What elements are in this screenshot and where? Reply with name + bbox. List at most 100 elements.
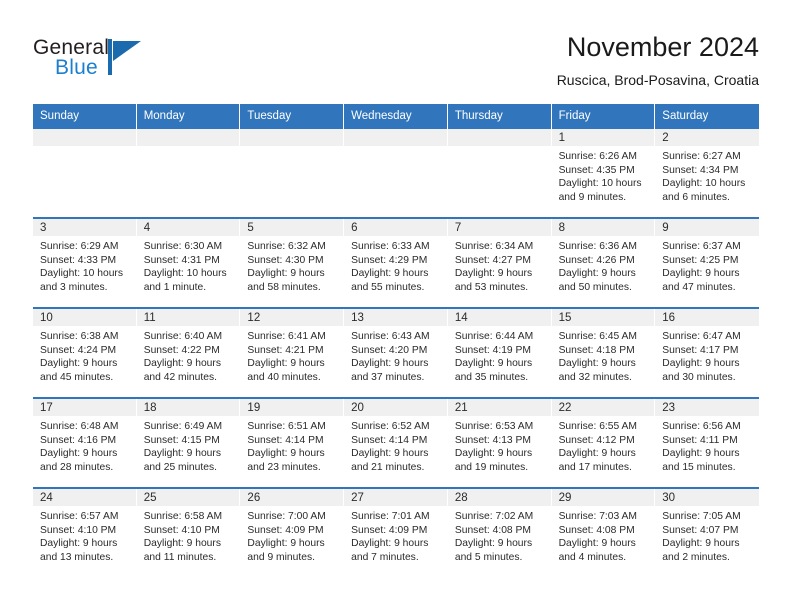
day-sun-info: Sunrise: 6:41 AM Sunset: 4:21 PM Daylight:…	[240, 326, 343, 384]
calendar-day-cell[interactable]: 1 Sunrise: 6:26 AM Sunset: 4:35 PM Daylight…	[551, 129, 656, 217]
calendar-day-cell[interactable]: 5 Sunrise: 6:32 AM Sunset: 4:30 PM Daylight…	[240, 219, 345, 307]
page-title: November 2024	[566, 32, 759, 62]
calendar-day-cell[interactable]: 20 Sunrise: 6:52 AM Sunset: 4:14 PM Dayligh…	[344, 399, 448, 487]
daylight-text: Daylight: 9 hours and 37 minutes.	[351, 358, 429, 383]
calendar-day-cell[interactable]: 27 Sunrise: 7:01 AM Sunset: 4:09 PM Dayligh…	[344, 489, 448, 577]
sunrise-text: Sunrise: 7:00 AM	[247, 511, 326, 522]
logo-triangle-icon	[108, 39, 142, 75]
sunset-text: Sunset: 4:14 PM	[247, 434, 324, 446]
day-sun-info: Sunrise: 6:51 AM Sunset: 4:14 PM Daylight:…	[240, 416, 343, 474]
calendar-week-row: 3 Sunrise: 6:29 AM Sunset: 4:33 PM Daylight…	[33, 217, 759, 307]
calendar-day-cell[interactable]: 3 Sunrise: 6:29 AM Sunset: 4:33 PM Daylight…	[33, 219, 137, 307]
daylight-text: Daylight: 10 hours and 1 minute.	[143, 268, 227, 293]
calendar-day-cell[interactable]: 6 Sunrise: 6:33 AM Sunset: 4:29 PM Daylight…	[344, 219, 448, 307]
calendar-day-cell-empty	[136, 129, 241, 217]
calendar-day-cell[interactable]: 13 Sunrise: 6:43 AM Sunset: 4:20 PM Dayligh…	[344, 309, 448, 397]
calendar-day-cell[interactable]: 30 Sunrise: 7:05 AM Sunset: 4:07 PM Dayligh…	[655, 489, 759, 577]
weekday-header-sunday: Sunday	[33, 104, 137, 129]
calendar-day-cell[interactable]: 24 Sunrise: 6:57 AM Sunset: 4:10 PM Dayligh…	[33, 489, 137, 577]
calendar-weeks: 1 Sunrise: 6:26 AM Sunset: 4:35 PM Daylight…	[33, 129, 759, 577]
day-number: 25	[136, 489, 240, 506]
daylight-text: Daylight: 9 hours and 19 minutes.	[454, 448, 533, 473]
daylight-text: Daylight: 9 hours and 35 minutes.	[454, 358, 533, 383]
sunrise-text: Sunrise: 7:01 AM	[351, 511, 430, 522]
daylight-text: Daylight: 9 hours and 2 minutes.	[662, 538, 740, 563]
sunrise-text: Sunrise: 6:30 AM	[143, 241, 223, 252]
sunset-text: Sunset: 4:22 PM	[143, 344, 220, 356]
day-number: 15	[551, 309, 655, 326]
daylight-text: Daylight: 9 hours and 13 minutes.	[40, 538, 118, 563]
sunset-text: Sunset: 4:30 PM	[247, 254, 324, 266]
day-sun-info: Sunrise: 6:26 AM Sunset: 4:35 PM Daylight:…	[552, 146, 655, 204]
calendar-day-cell[interactable]: 7 Sunrise: 6:34 AM Sunset: 4:27 PM Daylight…	[447, 219, 552, 307]
day-number: 9	[655, 219, 759, 236]
day-number: 4	[136, 219, 240, 236]
logo-bar-shape	[108, 39, 112, 75]
day-sun-info: Sunrise: 6:47 AM Sunset: 4:17 PM Daylight:…	[655, 326, 759, 384]
weekday-header-friday: Friday	[551, 104, 656, 129]
day-number	[447, 129, 551, 146]
day-sun-info: Sunrise: 7:05 AM Sunset: 4:07 PM Daylight:…	[655, 506, 759, 564]
calendar-week-row: 17 Sunrise: 6:48 AM Sunset: 4:16 PM Dayligh…	[33, 397, 759, 487]
calendar-day-cell[interactable]: 15 Sunrise: 6:45 AM Sunset: 4:18 PM Dayligh…	[551, 309, 656, 397]
calendar-day-cell[interactable]: 25 Sunrise: 6:58 AM Sunset: 4:10 PM Dayligh…	[136, 489, 241, 577]
logo-text-blue: Blue	[55, 56, 98, 79]
weekday-header-tuesday: Tuesday	[240, 104, 345, 129]
location-subtitle: Ruscica, Brod-Posavina, Croatia	[556, 72, 759, 88]
calendar-day-cell[interactable]: 22 Sunrise: 6:55 AM Sunset: 4:12 PM Dayligh…	[551, 399, 656, 487]
calendar-day-cell[interactable]: 10 Sunrise: 6:38 AM Sunset: 4:24 PM Dayligh…	[33, 309, 137, 397]
calendar-day-cell[interactable]: 9 Sunrise: 6:37 AM Sunset: 4:25 PM Daylight…	[655, 219, 759, 307]
day-number: 8	[551, 219, 655, 236]
day-number: 17	[33, 399, 136, 416]
calendar-page: General Blue November 2024 Ruscica, Brod…	[0, 0, 792, 612]
calendar-day-cell[interactable]: 18 Sunrise: 6:49 AM Sunset: 4:15 PM Dayligh…	[136, 399, 241, 487]
day-sun-info: Sunrise: 6:57 AM Sunset: 4:10 PM Daylight:…	[33, 506, 136, 564]
calendar-day-cell[interactable]: 2 Sunrise: 6:27 AM Sunset: 4:34 PM Daylight…	[655, 129, 759, 217]
daylight-text: Daylight: 9 hours and 50 minutes.	[558, 268, 636, 293]
day-number: 27	[344, 489, 447, 506]
sunset-text: Sunset: 4:18 PM	[558, 344, 635, 356]
calendar-day-cell[interactable]: 19 Sunrise: 6:51 AM Sunset: 4:14 PM Dayligh…	[240, 399, 345, 487]
sunrise-text: Sunrise: 6:47 AM	[662, 331, 741, 342]
sunset-text: Sunset: 4:11 PM	[662, 434, 738, 446]
sunrise-text: Sunrise: 6:41 AM	[247, 331, 326, 342]
sunset-text: Sunset: 4:08 PM	[454, 524, 531, 536]
general-blue-logo[interactable]: General Blue	[33, 36, 213, 84]
sunset-text: Sunset: 4:07 PM	[662, 524, 739, 536]
calendar-day-cell[interactable]: 8 Sunrise: 6:36 AM Sunset: 4:26 PM Daylight…	[551, 219, 656, 307]
calendar-day-cell[interactable]: 29 Sunrise: 7:03 AM Sunset: 4:08 PM Dayligh…	[551, 489, 656, 577]
calendar-week-row: 1 Sunrise: 6:26 AM Sunset: 4:35 PM Daylight…	[33, 129, 759, 217]
day-number: 28	[447, 489, 551, 506]
sunrise-text: Sunrise: 6:57 AM	[40, 511, 119, 522]
calendar-day-cell[interactable]: 14 Sunrise: 6:44 AM Sunset: 4:19 PM Dayligh…	[447, 309, 552, 397]
daylight-text: Daylight: 9 hours and 21 minutes.	[351, 448, 429, 473]
sunset-text: Sunset: 4:09 PM	[247, 524, 324, 536]
calendar-day-cell[interactable]: 21 Sunrise: 6:53 AM Sunset: 4:13 PM Dayligh…	[447, 399, 552, 487]
daylight-text: Daylight: 9 hours and 42 minutes.	[143, 358, 221, 383]
day-number: 19	[240, 399, 344, 416]
sunset-text: Sunset: 4:13 PM	[454, 434, 531, 446]
calendar-day-cell[interactable]: 23 Sunrise: 6:56 AM Sunset: 4:11 PM Dayligh…	[655, 399, 759, 487]
sunset-text: Sunset: 4:26 PM	[558, 254, 635, 266]
calendar-day-cell[interactable]: 16 Sunrise: 6:47 AM Sunset: 4:17 PM Dayligh…	[655, 309, 759, 397]
day-sun-info: Sunrise: 6:40 AM Sunset: 4:22 PM Daylight:…	[137, 326, 240, 384]
title-block: November 2024 Ruscica, Brod-Posavina, Cr…	[557, 30, 759, 90]
day-number: 16	[655, 309, 759, 326]
weekday-header-wednesday: Wednesday	[344, 104, 448, 129]
day-sun-info: Sunrise: 6:30 AM Sunset: 4:31 PM Daylight:…	[137, 236, 240, 294]
calendar-day-cell[interactable]: 12 Sunrise: 6:41 AM Sunset: 4:21 PM Dayligh…	[240, 309, 345, 397]
daylight-text: Daylight: 9 hours and 5 minutes.	[454, 538, 533, 563]
sunset-text: Sunset: 4:31 PM	[143, 254, 220, 266]
calendar-day-cell[interactable]: 17 Sunrise: 6:48 AM Sunset: 4:16 PM Dayligh…	[33, 399, 137, 487]
calendar-day-cell[interactable]: 11 Sunrise: 6:40 AM Sunset: 4:22 PM Dayligh…	[136, 309, 241, 397]
calendar-grid: Sunday Monday Tuesday Wednesday Thursday…	[33, 104, 759, 577]
calendar-day-cell[interactable]: 26 Sunrise: 7:00 AM Sunset: 4:09 PM Dayligh…	[240, 489, 345, 577]
sunrise-text: Sunrise: 6:53 AM	[454, 421, 534, 432]
sunrise-text: Sunrise: 6:36 AM	[558, 241, 637, 252]
day-number: 18	[136, 399, 240, 416]
day-sun-info: Sunrise: 7:00 AM Sunset: 4:09 PM Daylight:…	[240, 506, 343, 564]
sunrise-text: Sunrise: 6:26 AM	[558, 151, 637, 162]
sunrise-text: Sunrise: 6:45 AM	[558, 331, 637, 342]
calendar-day-cell[interactable]: 28 Sunrise: 7:02 AM Sunset: 4:08 PM Dayligh…	[447, 489, 552, 577]
calendar-day-cell[interactable]: 4 Sunrise: 6:30 AM Sunset: 4:31 PM Daylight…	[136, 219, 241, 307]
